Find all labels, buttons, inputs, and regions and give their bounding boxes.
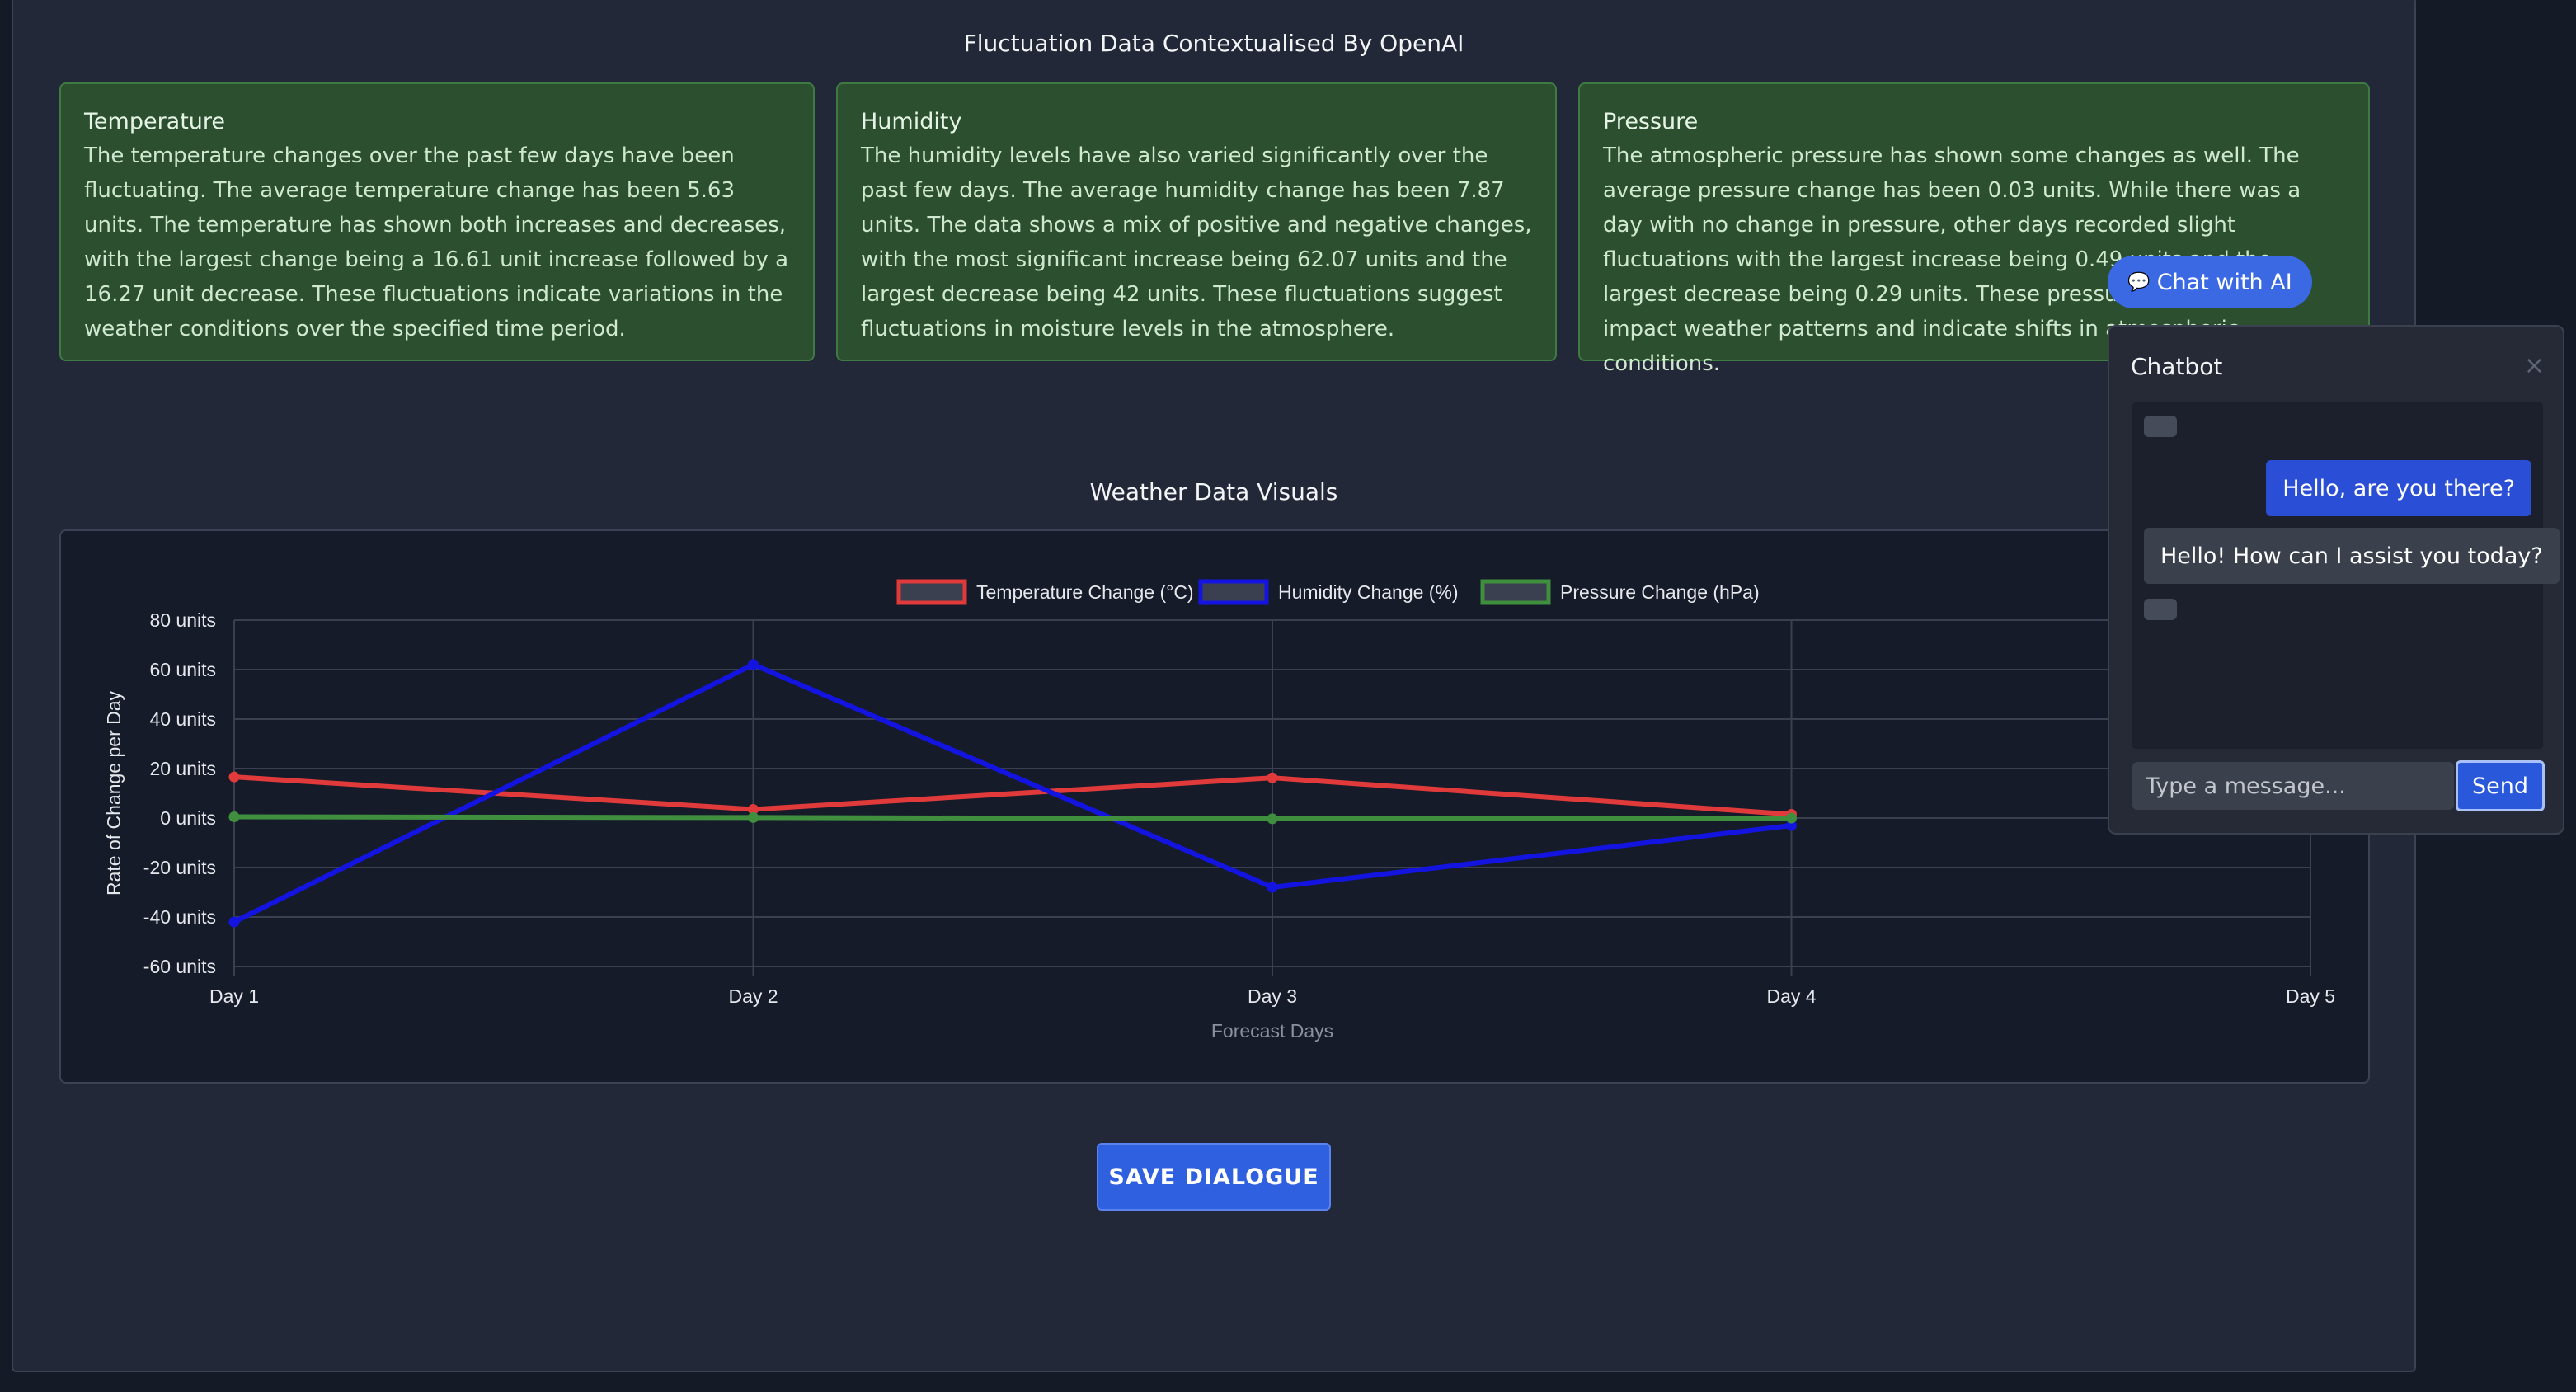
chat-message-input[interactable]: [2132, 762, 2454, 810]
legend-swatch: [1198, 579, 1269, 605]
x-axis-title: Forecast Days: [1211, 1020, 1333, 1042]
data-point: [228, 771, 240, 783]
x-tick-label: Day 4: [1766, 985, 1816, 1007]
chat-messages: Hello, are you there? Hello! How can I a…: [2132, 402, 2560, 749]
weather-chart: 80 units 60 units 40 units 20 units 0 units -…: [59, 529, 2370, 1084]
visuals-title: Weather Data Visuals: [1089, 478, 1338, 506]
user-message: Hello, are you there?: [2266, 460, 2531, 516]
legend-swatch: [896, 579, 967, 605]
data-point: [748, 811, 759, 823]
data-point: [228, 811, 240, 823]
data-point: [1267, 772, 1278, 783]
card-heading: Temperature: [84, 109, 226, 134]
bot-message: Hello! How can I assist you today?: [2144, 528, 2560, 584]
data-point: [228, 916, 240, 928]
data-point: [748, 659, 759, 670]
close-icon[interactable]: ×: [2524, 351, 2545, 380]
save-dialogue-button[interactable]: SAVE DIALOGUE: [1097, 1143, 1331, 1211]
data-point: [1267, 813, 1278, 825]
y-tick-label: 40 units: [149, 708, 216, 730]
y-tick-label: -60 units: [143, 956, 216, 977]
card-body: The temperature changes over the past fe…: [84, 143, 789, 341]
x-tick-label: Day 1: [209, 985, 259, 1007]
y-tick-label: -20 units: [143, 857, 216, 878]
user-avatar-icon: [2144, 416, 2177, 437]
data-point: [1267, 882, 1278, 893]
pressure-card: Pressure The atmospheric pressure has sh…: [1578, 82, 2370, 376]
legend-label: Pressure Change (hPa): [1560, 581, 1760, 603]
y-tick-label: 60 units: [149, 659, 216, 680]
legend-label: Temperature Change (°C): [976, 581, 1194, 603]
speech-bubble-icon: 💬: [2127, 271, 2151, 293]
y-tick-label: 80 units: [149, 609, 216, 631]
y-tick-label: -40 units: [143, 906, 216, 928]
temperature-card: Temperature The temperature changes over…: [59, 82, 815, 361]
legend-label: Humidity Change (%): [1278, 581, 1459, 603]
line-chart: 80 units 60 units 40 units 20 units 0 units -…: [103, 579, 2335, 1042]
series-line: [233, 814, 1792, 821]
legend-swatch: [1480, 579, 1551, 605]
humidity-card: Humidity The humidity levels have also v…: [836, 82, 1557, 361]
x-tick-label: Day 3: [1248, 985, 1297, 1007]
x-tick-label: Day 5: [2286, 985, 2335, 1007]
card-heading: Humidity: [861, 109, 962, 134]
y-axis-title: Rate of Change per Day: [103, 690, 125, 896]
send-button[interactable]: Send: [2456, 760, 2545, 811]
x-tick-label: Day 2: [728, 985, 778, 1007]
page-title: Fluctuation Data Contextualised By OpenA…: [963, 30, 1464, 57]
data-point: [1786, 812, 1797, 824]
y-tick-label: 0 units: [160, 807, 216, 829]
chatbot-window: Chatbot × Hello, are you there? Hello! H…: [2108, 325, 2564, 835]
chatbot-title: Chatbot: [2131, 353, 2223, 380]
card-body: The humidity levels have also varied sig…: [861, 143, 1532, 341]
bot-avatar-icon: [2144, 599, 2177, 620]
chat-toggle-label: Chat with AI: [2156, 269, 2292, 295]
card-heading: Pressure: [1603, 109, 1699, 134]
y-tick-label: 20 units: [149, 758, 216, 779]
chat-with-ai-button[interactable]: 💬 Chat with AI: [2108, 256, 2312, 308]
